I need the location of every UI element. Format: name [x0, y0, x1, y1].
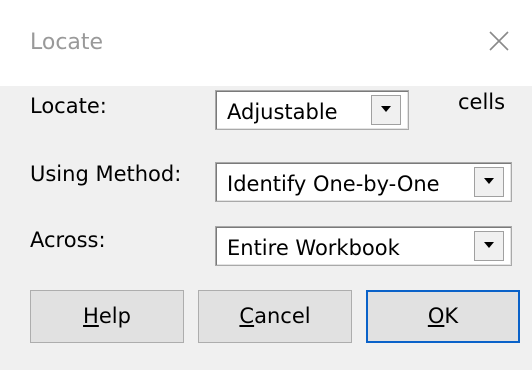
- ok-mnemonic: O: [427, 304, 445, 328]
- ok-label: K: [444, 304, 459, 328]
- cells-suffix-label: cells: [458, 90, 506, 114]
- cancel-mnemonic: C: [239, 304, 255, 328]
- help-label: elp: [98, 304, 131, 328]
- chevron-down-icon[interactable]: [474, 167, 504, 197]
- method-value: Identify One-by-One: [227, 172, 440, 196]
- cancel-label: ancel: [254, 304, 311, 328]
- chevron-down-icon[interactable]: [474, 231, 504, 261]
- title-bar: Locate: [0, 0, 532, 86]
- across-dropdown[interactable]: Entire Workbook: [215, 226, 512, 266]
- locate-label: Locate:: [30, 94, 107, 118]
- method-dropdown[interactable]: Identify One-by-One: [215, 162, 512, 202]
- dialog-title: Locate: [30, 30, 104, 55]
- across-value: Entire Workbook: [227, 236, 400, 260]
- ok-button[interactable]: OK: [366, 290, 520, 343]
- help-mnemonic: H: [83, 304, 99, 328]
- cancel-button[interactable]: Cancel: [198, 290, 352, 343]
- method-label: Using Method:: [30, 162, 182, 186]
- locate-value: Adjustable: [227, 100, 338, 124]
- close-icon[interactable]: [486, 28, 512, 54]
- chevron-down-icon[interactable]: [371, 95, 401, 125]
- help-button[interactable]: Help: [30, 290, 184, 343]
- locate-dropdown[interactable]: Adjustable: [215, 90, 409, 130]
- across-label: Across:: [30, 228, 106, 252]
